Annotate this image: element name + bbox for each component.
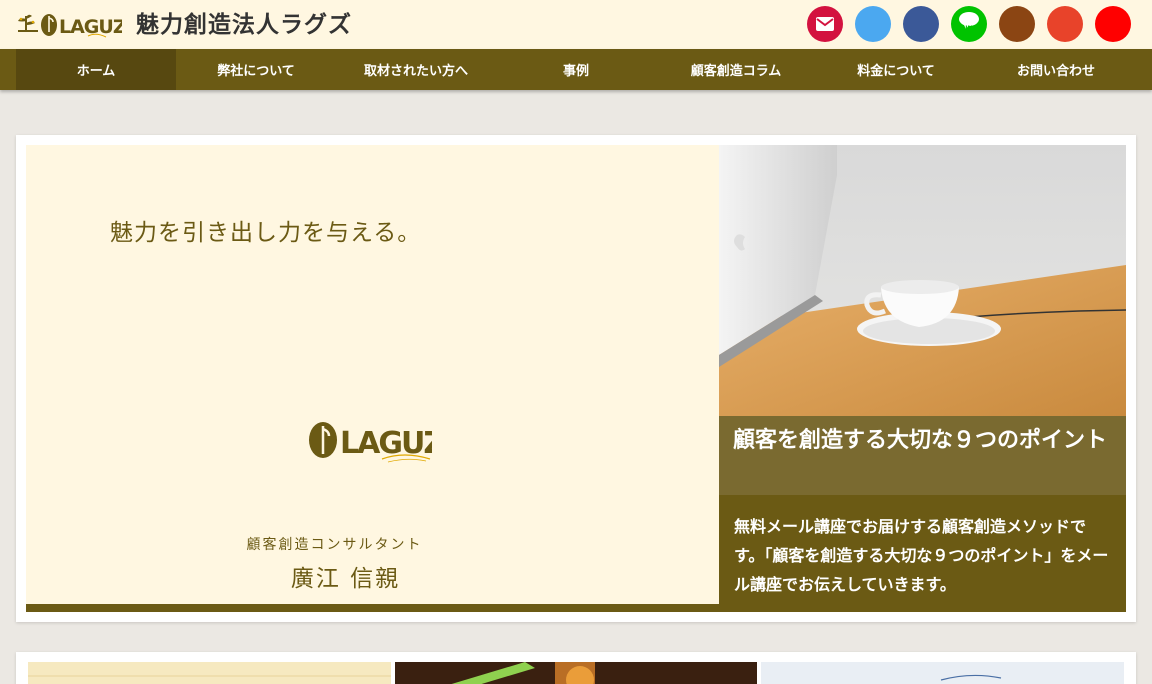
hero-role-text: 顧客創造コンサルタント [246,537,423,553]
hero-slider: 魅力を引き出し力を与える。 LAGUZ 顧客創造コンサルタント 廣江 信親 [16,135,1136,622]
hero-role: 顧客創造コンサルタント [26,534,719,554]
nav-list: ホーム 弊社について 取材されたい方へ 事例 顧客創造コラム 料金について お問… [16,49,1136,90]
line-label: LINE [961,25,977,32]
social-diagram-illustration [761,662,1124,684]
nav-item-interview[interactable]: 取材されたい方へ [336,49,496,90]
nav-item-cases[interactable]: 事例 [496,49,656,90]
nav-item-column[interactable]: 顧客創造コラム [656,49,816,90]
hero-name-text: 廣江 信親 [290,566,401,592]
hero-name: 廣江 信親 [26,559,719,593]
site-title[interactable]: 魅力創造法人ラグズ [136,10,352,40]
site-header: LAGUZ 魅力創造法人ラグズ LINE [0,0,1152,49]
twitter-icon[interactable] [855,6,891,42]
notebook-illustration [28,662,391,684]
hero-banner[interactable]: 魅力を引き出し力を与える。 LAGUZ 顧客創造コンサルタント 廣江 信親 [26,145,719,612]
mail-icon[interactable] [807,6,843,42]
thumbnail-notebook[interactable] [28,662,391,684]
nav-item-contact[interactable]: お問い合わせ [976,49,1136,90]
brand-logo-link[interactable]: LAGUZ [16,10,122,40]
hero-banner-bar [26,604,719,612]
featured-thumbnails [16,652,1136,684]
nav-item-home[interactable]: ホーム [16,49,176,90]
hero-tagline: 魅力を引き出し力を与える。 [110,220,422,246]
hero-caption-text: 無料メール講座でお届けする顧客創造メソッドです。「顧客を創造する大切な９つのポイ… [719,495,1126,612]
desk-illustration [395,662,757,684]
line-icon[interactable]: LINE [951,6,987,42]
laptop-coffee-photo[interactable] [719,145,1126,416]
thumbnail-social[interactable] [761,662,1124,684]
social-links: LINE [807,6,1131,42]
nav-item-pricing[interactable]: 料金について [816,49,976,90]
laptop-coffee-illustration [719,145,1126,416]
laguz-logo: LAGUZ [18,14,122,38]
google-plus-icon[interactable] [1047,6,1083,42]
hero-caption-title[interactable]: 顧客を創造する大切な９つのポイント [719,416,1126,495]
main-nav: ホーム 弊社について 取材されたい方へ 事例 顧客創造コラム 料金について お問… [0,49,1152,90]
youtube-icon[interactable] [1095,6,1131,42]
thumbnail-desk[interactable] [395,662,757,684]
nav-item-about[interactable]: 弊社について [176,49,336,90]
hero-laguz-logo: LAGUZ [309,422,432,463]
facebook-icon[interactable] [903,6,939,42]
blog-icon[interactable] [999,6,1035,42]
